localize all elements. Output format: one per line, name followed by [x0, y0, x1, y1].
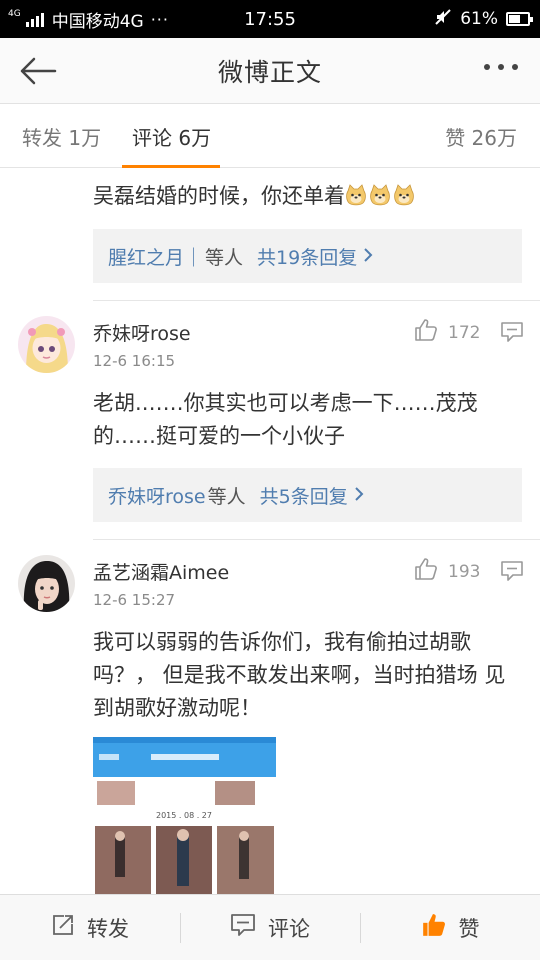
nav-bar: 微博正文	[0, 38, 540, 104]
doge-emoji-icon	[346, 184, 366, 206]
more-dots-icon[interactable]	[484, 64, 518, 70]
signal-icon	[25, 11, 44, 27]
status-right: 61%	[434, 0, 533, 38]
detail-tabs: 转发 1万 评论 6万 赞 26万	[0, 104, 540, 168]
carrier-name: 中国移动4G	[51, 11, 144, 32]
status-more-indicator: ···	[150, 9, 169, 29]
comment-divider	[93, 300, 540, 301]
repost-label: 转发	[87, 916, 129, 941]
like-action-button[interactable]: 赞	[360, 895, 540, 960]
avatar[interactable]	[18, 555, 75, 612]
network-type: 4G	[8, 8, 21, 19]
comment-reply-icon[interactable]	[500, 321, 524, 343]
comment-reply-icon[interactable]	[500, 560, 524, 582]
reply-others: 等人	[207, 485, 246, 508]
status-bar: 4G 中国移动4G ··· 17:55 61%	[0, 0, 540, 38]
reply-users[interactable]: 乔妹呀rose	[108, 482, 206, 509]
page-title: 微博正文	[217, 57, 322, 87]
like-button[interactable]: 193	[414, 557, 480, 586]
thumbs-up-icon	[414, 318, 438, 347]
status-left: 4G 中国移动4G ···	[0, 7, 169, 32]
comment-text: 吴磊结婚的时候，你还单着	[93, 180, 513, 213]
tab-like[interactable]: 赞 26万	[445, 122, 517, 151]
comment-time: 12-6 15:27	[93, 591, 176, 609]
thumbs-up-icon	[421, 912, 447, 943]
tab-comment[interactable]: 评论 6万	[132, 122, 211, 151]
comment-label: 评论	[268, 916, 310, 941]
comment-button[interactable]: 评论	[180, 895, 360, 960]
repost-icon	[51, 913, 75, 942]
comment-username[interactable]: 乔妹呀rose	[93, 319, 191, 346]
comment-divider	[93, 539, 540, 540]
photo-date: 2015 . 08 . 27	[156, 811, 212, 820]
doge-emoji-icon	[345, 184, 417, 208]
comment-list: 吴磊结婚的时候，你还单着 腥红之月｜ 等人 共19条回复 乔妹呀rose 12-…	[0, 168, 540, 894]
bottom-action-bar: 转发 评论 赞	[0, 894, 540, 960]
reply-users[interactable]: 腥红之月｜	[108, 243, 203, 270]
like-label: 赞	[458, 916, 480, 941]
comment-time: 12-6 16:15	[93, 352, 176, 370]
like-count: 172	[448, 322, 481, 343]
reply-summary[interactable]: 腥红之月｜ 等人 共19条回复	[93, 229, 522, 283]
thumbs-up-icon	[414, 557, 438, 586]
reply-summary[interactable]: 乔妹呀rose 等人 共5条回复	[93, 468, 522, 522]
comment-text: 我可以弱弱的告诉你们，我有偷拍过胡歌吗？， 但是我不敢发出来啊，当时拍猎场 见到…	[93, 630, 506, 720]
reply-others: 等人	[205, 246, 244, 269]
avatar[interactable]	[18, 316, 75, 373]
battery-icon	[506, 12, 533, 26]
like-count: 193	[448, 561, 481, 582]
like-button[interactable]: 172	[414, 318, 480, 347]
reply-count[interactable]: 共5条回复	[260, 482, 348, 509]
repost-button[interactable]: 转发	[0, 895, 180, 960]
battery-percent: 61%	[460, 9, 498, 29]
chevron-right-icon	[363, 245, 373, 267]
mute-icon	[434, 8, 452, 31]
comment-text: 老胡.……你其实也可以考虑一下……茂茂的……挺可爱的一个小伙子	[93, 391, 478, 448]
chevron-right-icon	[354, 484, 364, 506]
comment-icon	[230, 913, 256, 942]
tab-repost[interactable]: 转发 1万	[22, 122, 101, 151]
arrow-left-icon[interactable]	[18, 52, 62, 90]
doge-emoji-icon	[370, 184, 390, 206]
photo-thumbnail-icon[interactable]: 2015 . 08 . 27	[93, 737, 276, 894]
reply-count[interactable]: 共19条回复	[257, 243, 357, 270]
doge-emoji-icon	[394, 184, 414, 206]
comment-username[interactable]: 孟艺涵霜Aimee	[93, 558, 229, 585]
